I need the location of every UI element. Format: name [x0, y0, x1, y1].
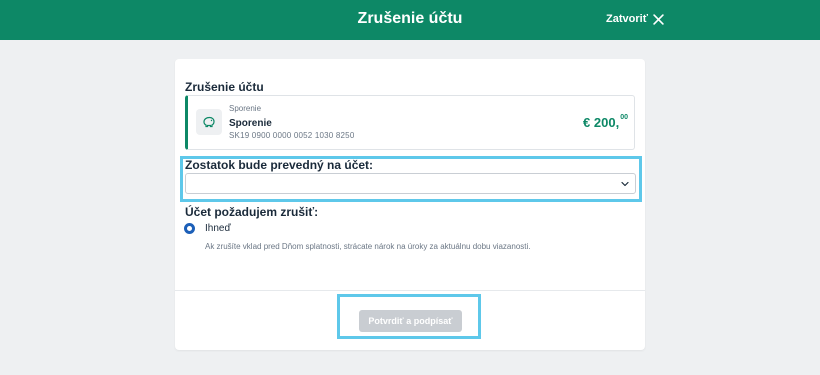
page-title: Zrušenie účtu: [357, 10, 463, 27]
close-icon: [653, 13, 664, 25]
section-title: Zrušenie účtu: [185, 80, 264, 94]
cancel-label: Účet požadujem zrušiť:: [185, 205, 319, 219]
account-iban: SK19 0900 0000 0052 1030 8250: [229, 131, 355, 140]
radio-immediately[interactable]: [184, 223, 195, 234]
early-cancel-note: Ak zrušíte vklad pred Dňom splatnosti, s…: [205, 242, 531, 251]
piggy-bank-icon: [196, 109, 222, 135]
highlight-transfer-field: [180, 156, 642, 202]
account-name: Sporenie: [229, 118, 272, 129]
balance-cents: 00: [620, 114, 628, 121]
close-label: Zatvoriť: [606, 13, 648, 25]
header-bar: Zrušenie účtu Zatvoriť: [0, 0, 820, 40]
account-box: Sporenie Sporenie SK19 0900 0000 0052 10…: [185, 95, 635, 150]
balance-main: € 200,: [583, 115, 620, 130]
highlight-confirm-button: [337, 294, 481, 339]
divider: [175, 290, 645, 291]
radio-label-immediately[interactable]: Ihneď: [205, 223, 231, 234]
account-balance: € 200,00: [583, 114, 628, 130]
account-type: Sporenie: [229, 104, 262, 113]
close-button[interactable]: Zatvoriť: [606, 13, 664, 25]
